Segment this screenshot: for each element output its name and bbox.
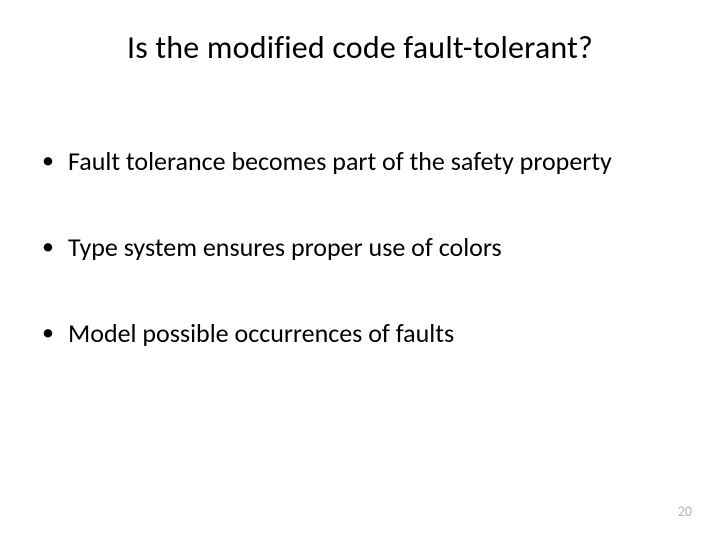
bullet-list: Fault tolerance becomes part of the safe… bbox=[40, 147, 680, 349]
slide-title: Is the modified code fault-tolerant? bbox=[40, 28, 680, 67]
slide: Is the modified code fault-tolerant? Fau… bbox=[0, 0, 720, 540]
list-item: Type system ensures proper use of colors bbox=[40, 233, 680, 263]
list-item: Model possible occurrences of faults bbox=[40, 319, 680, 349]
list-item: Fault tolerance becomes part of the safe… bbox=[40, 147, 680, 177]
page-number: 20 bbox=[678, 503, 692, 520]
